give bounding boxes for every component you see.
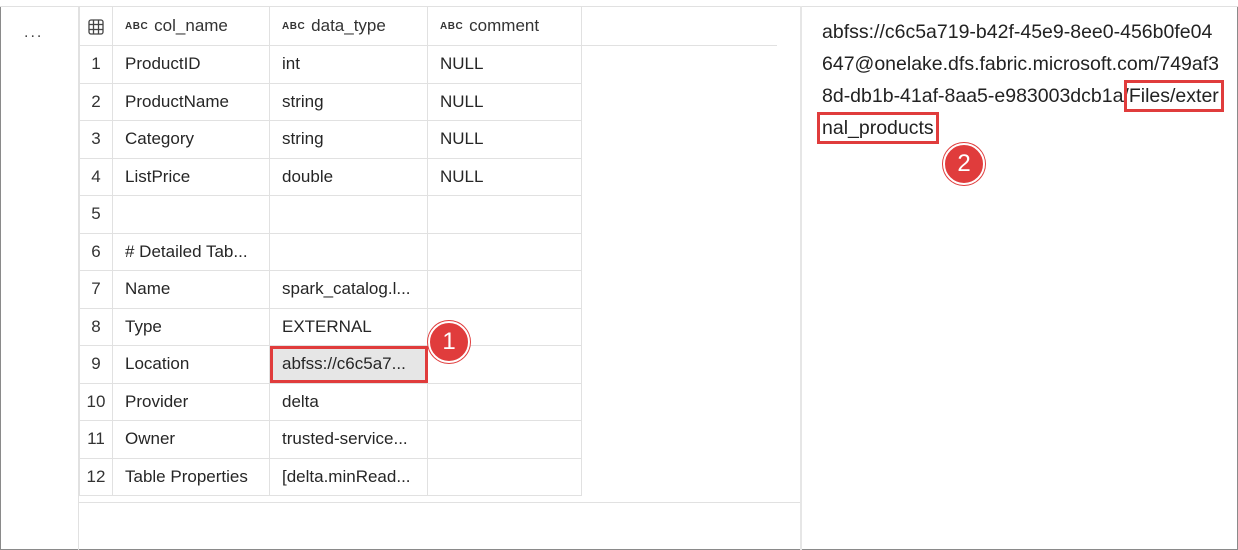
column-header-comment[interactable]: ABC comment xyxy=(427,6,582,46)
row-number: 4 xyxy=(79,157,113,196)
callout-badge-1: 1 xyxy=(428,321,470,363)
string-type-icon: ABC xyxy=(440,21,464,32)
table-row[interactable]: 9 Location abfss://c6c5a7... xyxy=(79,345,778,384)
column-header-label: comment xyxy=(469,16,540,35)
string-type-icon: ABC xyxy=(125,21,149,32)
cell-col-name[interactable]: Location xyxy=(112,345,270,384)
table-row[interactable]: 5 xyxy=(79,195,778,234)
table-row[interactable]: 1 ProductID int NULL xyxy=(79,45,778,84)
more-options-icon[interactable]: ... xyxy=(24,24,43,42)
cell-data-type[interactable]: string xyxy=(269,82,428,121)
cell-data-type[interactable] xyxy=(269,232,428,271)
row-number: 9 xyxy=(79,345,113,384)
column-header-label: data_type xyxy=(311,16,386,35)
cell-col-name[interactable]: Owner xyxy=(112,420,270,459)
column-header-label: col_name xyxy=(154,16,228,35)
table-row[interactable]: 4 ListPrice double NULL xyxy=(79,157,778,196)
row-number: 2 xyxy=(79,82,113,121)
cell-comment[interactable] xyxy=(427,420,582,459)
column-header-col-name[interactable]: ABC col_name xyxy=(112,6,270,46)
cell-data-type[interactable]: double xyxy=(269,157,428,196)
cell-data-type[interactable]: abfss://c6c5a7... xyxy=(269,345,428,384)
table-row[interactable]: 6 # Detailed Tab... xyxy=(79,232,778,271)
row-filler xyxy=(582,83,778,121)
cell-data-type[interactable]: spark_catalog.l... xyxy=(269,270,428,309)
table-row[interactable]: 12 Table Properties [delta.minRead... xyxy=(79,457,778,496)
row-number: 12 xyxy=(79,457,113,496)
row-filler xyxy=(582,121,778,159)
cell-col-name[interactable]: Name xyxy=(112,270,270,309)
row-filler xyxy=(582,458,778,496)
grid-bottom-line xyxy=(79,502,800,503)
cell-data-type[interactable]: trusted-service... xyxy=(269,420,428,459)
cell-data-type[interactable] xyxy=(269,195,428,234)
cell-col-name[interactable]: Category xyxy=(112,120,270,159)
row-filler xyxy=(582,158,778,196)
cell-comment[interactable] xyxy=(427,232,582,271)
row-filler xyxy=(582,308,778,346)
row-filler xyxy=(582,346,778,384)
cell-comment[interactable]: NULL xyxy=(427,120,582,159)
cell-col-name[interactable]: Table Properties xyxy=(112,457,270,496)
row-filler xyxy=(582,421,778,459)
header-filler xyxy=(581,6,777,46)
row-number: 5 xyxy=(79,195,113,234)
cell-data-type[interactable]: delta xyxy=(269,382,428,421)
table-row[interactable]: 2 ProductName string NULL xyxy=(79,82,778,121)
row-filler xyxy=(582,196,778,234)
row-number: 10 xyxy=(79,382,113,421)
cell-col-name[interactable]: ListPrice xyxy=(112,157,270,196)
column-header-data-type[interactable]: ABC data_type xyxy=(269,6,428,46)
row-number: 8 xyxy=(79,307,113,346)
table-row[interactable]: 7 Name spark_catalog.l... xyxy=(79,270,778,309)
panel-divider[interactable] xyxy=(800,6,802,550)
row-number: 11 xyxy=(79,420,113,459)
table-grid-icon[interactable] xyxy=(79,6,113,46)
row-filler xyxy=(582,383,778,421)
row-filler xyxy=(582,233,778,271)
row-number: 1 xyxy=(79,45,113,84)
grid-icon xyxy=(88,18,104,35)
cell-col-name[interactable]: ProductID xyxy=(112,45,270,84)
cell-comment[interactable] xyxy=(427,270,582,309)
cell-detail-panel: abfss://c6c5a719-b42f-45e9-8ee0-456b0fe0… xyxy=(817,16,1224,144)
cell-comment[interactable]: NULL xyxy=(427,157,582,196)
cell-data-type[interactable]: EXTERNAL xyxy=(269,307,428,346)
cell-comment[interactable] xyxy=(427,457,582,496)
cell-data-type[interactable]: [delta.minRead... xyxy=(269,457,428,496)
header-row: ABC col_name ABC data_type ABC comment xyxy=(79,6,777,46)
string-type-icon: ABC xyxy=(282,21,306,32)
row-filler xyxy=(582,46,778,84)
table-row[interactable]: 11 Owner trusted-service... xyxy=(79,420,778,459)
result-table: ABC col_name ABC data_type ABC comment 1 Pro… xyxy=(79,6,777,496)
cell-gutter: ... xyxy=(0,6,79,550)
row-filler xyxy=(582,271,778,309)
cell-data-type[interactable]: int xyxy=(269,45,428,84)
cell-comment[interactable]: NULL xyxy=(427,45,582,84)
cell-col-name[interactable]: Type xyxy=(112,307,270,346)
row-number: 3 xyxy=(79,120,113,159)
cell-data-type[interactable]: string xyxy=(269,120,428,159)
row-number: 7 xyxy=(79,270,113,309)
table-row[interactable]: 10 Provider delta xyxy=(79,382,778,421)
cell-col-name[interactable] xyxy=(112,195,270,234)
cell-col-name[interactable]: # Detailed Tab... xyxy=(112,232,270,271)
table-row[interactable]: 3 Category string NULL xyxy=(79,120,778,159)
cell-col-name[interactable]: Provider xyxy=(112,382,270,421)
cell-comment[interactable]: NULL xyxy=(427,82,582,121)
cell-col-name[interactable]: ProductName xyxy=(112,82,270,121)
callout-badge-2: 2 xyxy=(943,143,985,185)
result-grid: ABC col_name ABC data_type ABC comment 1 Pro… xyxy=(79,6,800,550)
cell-comment[interactable] xyxy=(427,195,582,234)
row-number: 6 xyxy=(79,232,113,271)
cell-comment[interactable] xyxy=(427,382,582,421)
